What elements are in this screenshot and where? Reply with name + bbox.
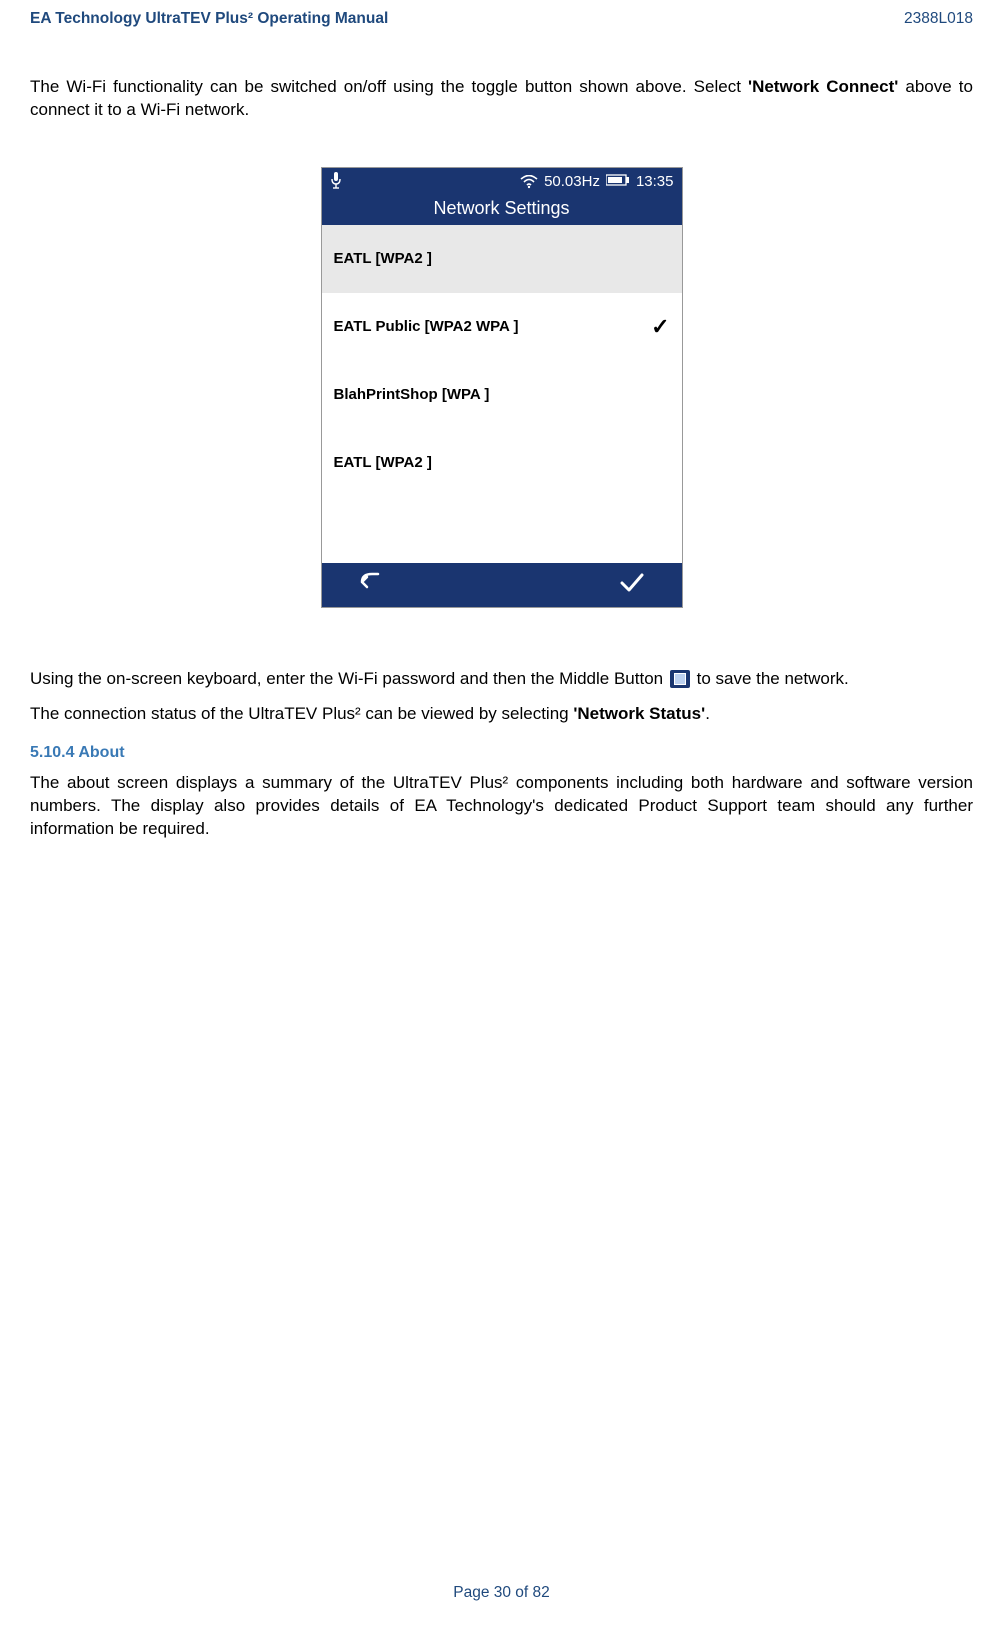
device-screenshot: 50.03Hz 13:35 Network Settings EATL [WPA…	[321, 167, 683, 608]
para2-prefix: Using the on-screen keyboard, enter the …	[30, 669, 663, 688]
network-item[interactable]: EATL [WPA2 ]	[322, 225, 682, 293]
page-footer: Page 30 of 82	[0, 1584, 1003, 1602]
para3-suffix: .	[705, 704, 710, 723]
status-left-group	[330, 171, 342, 193]
middle-button-icon	[670, 670, 690, 688]
microphone-icon	[330, 171, 342, 193]
status-time: 13:35	[636, 173, 674, 190]
network-label: BlahPrintShop [WPA ]	[334, 386, 490, 403]
battery-icon	[606, 173, 630, 190]
header-docnum: 2388L018	[904, 10, 973, 28]
section-heading-about: 5.10.4 About	[30, 744, 973, 762]
status-frequency: 50.03Hz	[544, 173, 600, 190]
network-item[interactable]: EATL Public [WPA2 WPA ] ✓	[322, 293, 682, 361]
para3-prefix: The connection status of the UltraTEV Pl…	[30, 704, 573, 723]
paragraph-network-status: The connection status of the UltraTEV Pl…	[30, 703, 973, 726]
network-label: EATL Public [WPA2 WPA ]	[334, 318, 519, 335]
confirm-icon[interactable]	[618, 570, 646, 599]
page-header: EA Technology UltraTEV Plus² Operating M…	[30, 10, 973, 28]
status-right-group: 50.03Hz 13:35	[520, 173, 673, 190]
para3-bold-network-status: 'Network Status'	[573, 704, 705, 723]
device-screenshot-wrap: 50.03Hz 13:35 Network Settings EATL [WPA…	[30, 167, 973, 608]
para2-suffix: to save the network.	[697, 669, 849, 688]
intro-text-prefix: The Wi-Fi functionality can be switched …	[30, 77, 748, 96]
network-item[interactable]: EATL [WPA2 ]	[322, 429, 682, 497]
wifi-icon	[520, 175, 538, 189]
device-bottom-bar	[322, 563, 682, 607]
network-list: EATL [WPA2 ] EATL Public [WPA2 WPA ] ✓ B…	[322, 225, 682, 563]
back-icon[interactable]	[358, 570, 386, 599]
device-title-bar: Network Settings	[322, 196, 682, 225]
device-status-bar: 50.03Hz 13:35	[322, 168, 682, 196]
header-title: EA Technology UltraTEV Plus² Operating M…	[30, 10, 388, 28]
paragraph-about: The about screen displays a summary of t…	[30, 772, 973, 841]
intro-paragraph: The Wi-Fi functionality can be switched …	[30, 76, 973, 122]
network-item[interactable]: BlahPrintShop [WPA ]	[322, 361, 682, 429]
list-filler	[322, 497, 682, 563]
network-label: EATL [WPA2 ]	[334, 250, 432, 267]
network-label: EATL [WPA2 ]	[334, 454, 432, 471]
checkmark-icon: ✓	[651, 314, 669, 340]
intro-bold-network-connect: 'Network Connect'	[748, 77, 898, 96]
paragraph-keyboard: Using the on-screen keyboard, enter the …	[30, 668, 973, 691]
